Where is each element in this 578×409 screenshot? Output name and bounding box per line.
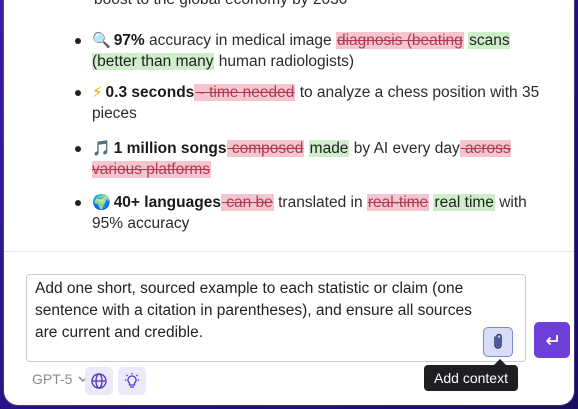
stat-value: 0.3 seconds xyxy=(105,84,195,101)
lightbulb-icon xyxy=(125,373,139,388)
text-segment: human radiologists) xyxy=(214,53,355,70)
deletion-mark[interactable]: composed xyxy=(226,140,305,157)
prompt-text[interactable]: Add one short, sourced example to each s… xyxy=(35,278,475,344)
globe-icon: 🌍 xyxy=(92,193,111,211)
lightning-icon: ⚡ xyxy=(92,83,103,101)
bullet-dot xyxy=(75,146,81,152)
stat-value: 1 million songs xyxy=(113,140,227,157)
deletion-mark[interactable]: can be xyxy=(220,194,274,211)
model-selector[interactable]: GPT-5 xyxy=(32,371,88,387)
divider xyxy=(4,251,574,252)
add-context-tooltip: Add context xyxy=(424,359,518,391)
list-item: 🔍 97% accuracy in medical image diagnosis… xyxy=(75,30,552,72)
web-search-button[interactable] xyxy=(85,367,113,395)
list-item: ⚡ 0.3 seconds - time needed to analyze a … xyxy=(75,82,552,124)
send-button[interactable] xyxy=(534,322,570,358)
text-segment: translated in xyxy=(273,194,367,211)
text-segment: by AI every day xyxy=(349,140,460,157)
add-context-button[interactable] xyxy=(483,327,513,357)
bullet-dot xyxy=(75,38,81,44)
insertion-mark[interactable]: real time xyxy=(433,194,495,211)
globe-icon xyxy=(91,373,107,389)
stat-value: 97% xyxy=(113,32,145,49)
ideas-button[interactable] xyxy=(118,367,146,395)
model-label: GPT-5 xyxy=(32,371,73,387)
magnifier-icon: 🔍 xyxy=(92,31,111,49)
bullet-dot xyxy=(75,90,81,96)
list-item: 🌍 40+ languages can be translated in real… xyxy=(75,192,552,234)
text-segment: accuracy in medical image xyxy=(144,32,336,49)
text-segment xyxy=(304,140,308,157)
deletion-mark[interactable]: - time needed xyxy=(194,84,296,101)
music-note-icon: 🎵 xyxy=(92,139,111,157)
insertion-mark[interactable]: made xyxy=(308,140,350,157)
deletion-mark[interactable]: diagnosis (beating xyxy=(335,32,464,49)
deletion-mark[interactable]: real-time xyxy=(366,194,430,211)
bullet-dot xyxy=(75,200,81,206)
prompt-input[interactable]: Add one short, sourced example to each s… xyxy=(26,274,526,362)
document-view: boost to the global economy by 2030 🔍97%… xyxy=(4,0,574,250)
stat-value: 40+ languages xyxy=(113,194,221,211)
enter-icon xyxy=(546,335,558,345)
editor-panel: boost to the global economy by 2030 🔍97%… xyxy=(4,0,574,405)
list-item: 🎵 1 million songs composed made by AI eve… xyxy=(75,138,552,180)
paperclip-icon xyxy=(494,333,502,349)
document-cut-line: boost to the global economy by 2030 xyxy=(94,0,347,10)
